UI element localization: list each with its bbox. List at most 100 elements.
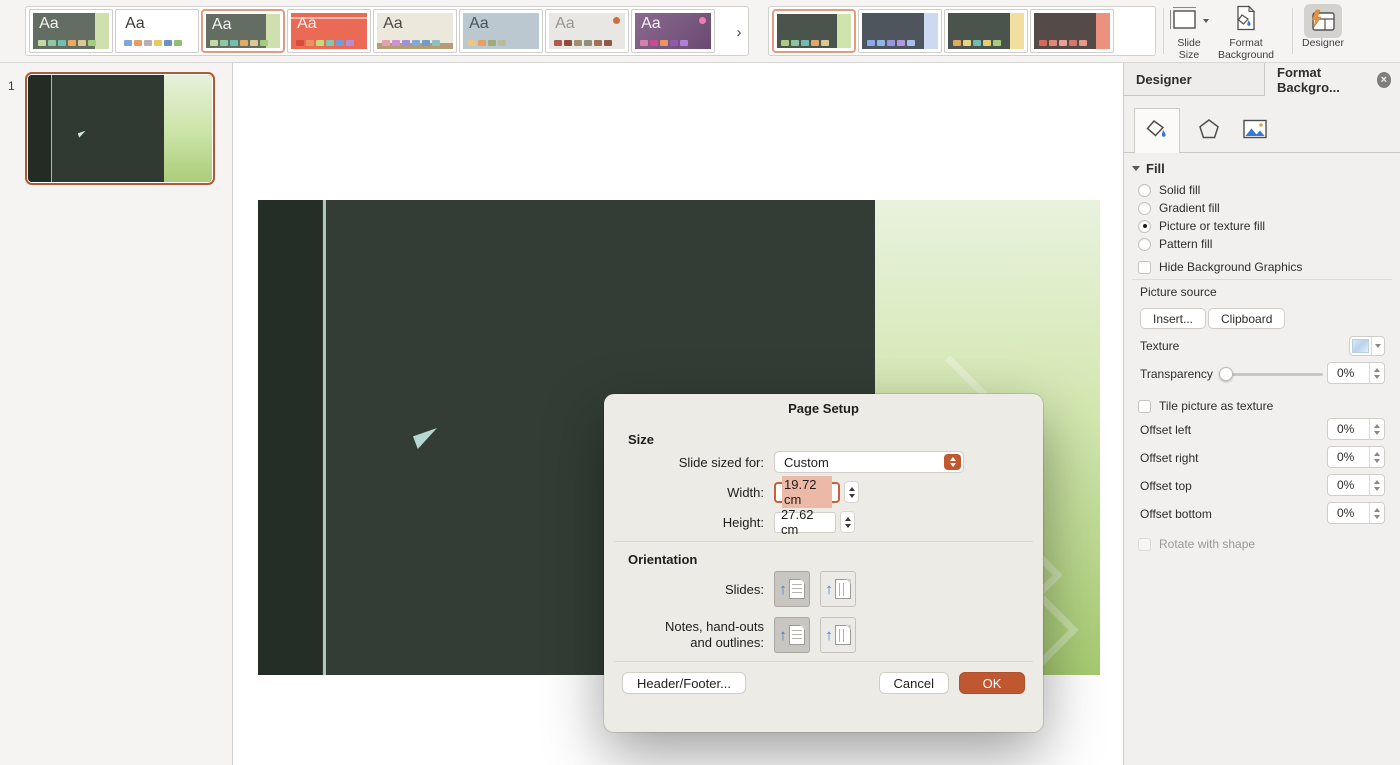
- transparency-slider[interactable]: [1219, 373, 1323, 376]
- theme-aa-label: Aa: [212, 16, 232, 34]
- theme-thumbnail[interactable]: Aa: [373, 9, 457, 53]
- notes-landscape-button[interactable]: ↑: [820, 617, 856, 653]
- slide-number: 1: [8, 79, 15, 93]
- slider-thumb[interactable]: [1219, 367, 1233, 381]
- page-setup-dialog: Page Setup Size Slide sized for: Custom …: [604, 394, 1043, 732]
- divider: [614, 661, 1033, 662]
- texture-dropdown[interactable]: [1349, 336, 1385, 356]
- slide-size-button[interactable]: SlideSize: [1168, 6, 1210, 61]
- theme-thumbnail[interactable]: Aa: [545, 9, 629, 53]
- stepper-arrows[interactable]: [1369, 363, 1384, 383]
- more-themes-arrow[interactable]: ›: [732, 24, 746, 41]
- height-label: Height:: [604, 515, 764, 530]
- notes-portrait-button[interactable]: ↑: [774, 617, 810, 653]
- radio-icon: [1138, 184, 1151, 197]
- checkbox-hide-background[interactable]: Hide Background Graphics: [1138, 260, 1302, 274]
- radio-pattern-fill[interactable]: Pattern fill: [1138, 237, 1212, 251]
- slide-size-icon: [1169, 6, 1199, 37]
- clipboard-button[interactable]: Clipboard: [1208, 308, 1285, 329]
- tab-format-background[interactable]: Format Backgro... ×: [1265, 63, 1400, 96]
- slide-thumbnail[interactable]: [25, 72, 215, 185]
- divider: [614, 541, 1033, 542]
- popup-arrows-icon: [944, 454, 961, 470]
- theme-thumbnail[interactable]: Aa: [201, 9, 285, 53]
- slide-left-band: [258, 200, 322, 675]
- tab-picture[interactable]: [1232, 108, 1278, 153]
- pentagon-icon: [1197, 117, 1221, 144]
- picture-source-label: Picture source: [1140, 285, 1217, 299]
- tab-effects[interactable]: [1186, 108, 1232, 153]
- slides-landscape-button[interactable]: ↑: [820, 571, 856, 607]
- slide-triangle-shape[interactable]: [413, 428, 437, 449]
- up-arrow-icon: ↑: [825, 628, 833, 643]
- height-input[interactable]: 27.62 cm: [774, 512, 836, 533]
- offset-right-label: Offset right: [1140, 451, 1198, 465]
- stepper-arrows[interactable]: [1369, 447, 1384, 467]
- theme-aa-label: Aa: [297, 15, 317, 33]
- offset-right-stepper[interactable]: 0%: [1327, 446, 1385, 468]
- radio-gradient-fill[interactable]: Gradient fill: [1138, 201, 1220, 215]
- theme-aa-label: Aa: [39, 15, 59, 33]
- slides-portrait-button[interactable]: ↑: [774, 571, 810, 607]
- tab-designer[interactable]: Designer: [1124, 63, 1265, 96]
- offset-left-stepper[interactable]: 0%: [1327, 418, 1385, 440]
- size-section-header: Size: [628, 432, 1043, 447]
- variant-thumbnail[interactable]: [1030, 9, 1114, 53]
- texture-label: Texture: [1140, 339, 1179, 353]
- theme-aa-label: Aa: [383, 15, 403, 33]
- offset-top-stepper[interactable]: 0%: [1327, 474, 1385, 496]
- theme-thumbnail[interactable]: Aa: [29, 9, 113, 53]
- orientation-section-header: Orientation: [628, 552, 1043, 567]
- picture-icon: [1242, 118, 1268, 143]
- checkbox-rotate-with-shape: Rotate with shape: [1138, 537, 1255, 551]
- fill-section-header[interactable]: Fill: [1132, 161, 1165, 176]
- designer-button[interactable]: Designer: [1300, 6, 1346, 49]
- landscape-page-icon: [835, 625, 851, 645]
- close-icon[interactable]: ×: [1377, 72, 1391, 88]
- theme-thumbnail[interactable]: Aa: [115, 9, 199, 53]
- slide-thumbnail-panel: 1: [0, 63, 233, 765]
- radio-picture-texture-fill[interactable]: Picture or texture fill: [1138, 219, 1265, 233]
- format-background-button[interactable]: FormatBackground: [1212, 6, 1280, 61]
- theme-gallery: AaAaAaAaAaAaAaAa: [25, 6, 749, 56]
- offset-bottom-label: Offset bottom: [1140, 507, 1212, 521]
- up-arrow-icon: ↑: [779, 582, 787, 597]
- width-input[interactable]: 19.72 cm: [774, 482, 840, 503]
- variant-thumbnail[interactable]: [772, 9, 856, 53]
- cancel-button[interactable]: Cancel: [879, 672, 949, 694]
- portrait-page-icon: [789, 579, 805, 599]
- theme-thumbnail[interactable]: Aa: [287, 9, 371, 53]
- stepper-arrows[interactable]: [1369, 419, 1384, 439]
- dialog-title: Page Setup: [604, 394, 1043, 422]
- width-stepper[interactable]: [844, 481, 859, 503]
- variant-gallery: [768, 6, 1156, 56]
- insert-button[interactable]: Insert...: [1140, 308, 1206, 329]
- radio-solid-fill[interactable]: Solid fill: [1138, 183, 1200, 197]
- stepper-arrows[interactable]: [1369, 503, 1384, 523]
- texture-preview-icon: [1352, 339, 1369, 353]
- slide-sized-for-dropdown[interactable]: Custom: [774, 451, 964, 473]
- theme-thumbnail[interactable]: Aa: [459, 9, 543, 53]
- paint-bucket-icon: [1145, 118, 1169, 145]
- height-stepper[interactable]: [840, 511, 855, 533]
- up-arrow-icon: ↑: [825, 582, 833, 597]
- stepper-arrows[interactable]: [1369, 475, 1384, 495]
- variant-thumbnail[interactable]: [944, 9, 1028, 53]
- transparency-stepper[interactable]: 0%: [1327, 362, 1385, 384]
- checkbox-tile-picture[interactable]: Tile picture as texture: [1138, 399, 1273, 413]
- powerpoint-window: AaAaAaAaAaAaAaAa › SlideSize: [0, 0, 1400, 765]
- divider: [1132, 279, 1392, 280]
- ribbon-separator: [1292, 8, 1293, 54]
- theme-aa-label: Aa: [125, 15, 145, 33]
- slide-accent-line: [323, 200, 326, 675]
- portrait-page-icon: [789, 625, 805, 645]
- ribbon-separator: [1163, 8, 1164, 54]
- landscape-page-icon: [835, 579, 851, 599]
- theme-thumbnail[interactable]: Aa: [631, 9, 715, 53]
- tab-fill[interactable]: [1134, 108, 1180, 153]
- panel-icon-tabs: [1124, 107, 1400, 153]
- offset-bottom-stepper[interactable]: 0%: [1327, 502, 1385, 524]
- variant-thumbnail[interactable]: [858, 9, 942, 53]
- ok-button[interactable]: OK: [959, 672, 1025, 694]
- header-footer-button[interactable]: Header/Footer...: [622, 672, 746, 694]
